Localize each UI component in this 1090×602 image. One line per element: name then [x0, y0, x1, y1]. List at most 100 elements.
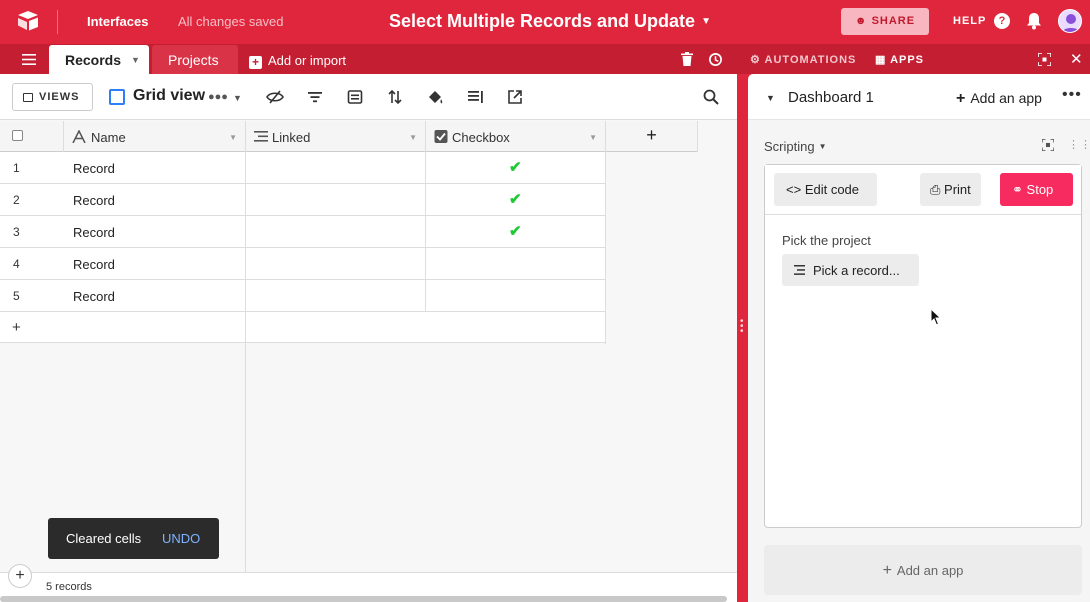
top-bar: Interfaces All changes saved Select Mult… [0, 0, 1090, 44]
add-record-button[interactable]: + [12, 319, 21, 336]
stop-button[interactable]: ⚭ Stop [1000, 173, 1073, 206]
tab-projects[interactable]: Projects [152, 45, 238, 74]
column-header-checkbox[interactable]: Checkbox ▼ [426, 121, 606, 152]
views-button[interactable]: VIEWS [12, 83, 93, 111]
edit-code-button[interactable]: <> Edit code [774, 173, 877, 206]
table-row[interactable]: 4 Record [0, 248, 606, 280]
automations-icon: ⚙ [750, 54, 761, 66]
add-or-import-button[interactable]: + Add or import [249, 53, 346, 69]
filter-icon[interactable] [306, 88, 324, 106]
checkmark-icon[interactable]: ✔ [509, 158, 522, 176]
divider [245, 280, 246, 312]
close-icon[interactable]: ✕ [1070, 50, 1083, 68]
checkmark-icon[interactable]: ✔ [509, 190, 522, 208]
add-field-button[interactable]: + [606, 121, 698, 152]
name-cell[interactable]: Record [73, 289, 115, 304]
chevron-down-icon[interactable]: ▼ [229, 133, 237, 142]
base-title[interactable]: Select Multiple Records and Update ▼ [389, 11, 711, 32]
dashboard-header: ▼ Dashboard 1 + Add an app ••• [748, 74, 1090, 120]
add-app-button[interactable]: + Add an app [956, 90, 1042, 108]
apps-icon: ▦ [875, 54, 887, 66]
name-cell[interactable]: Record [73, 193, 115, 208]
checkmark-icon[interactable]: ✔ [509, 222, 522, 240]
chevron-down-icon[interactable]: ▼ [131, 55, 140, 65]
horizontal-scrollbar[interactable] [0, 596, 727, 602]
more-options-icon[interactable]: ••• [1062, 86, 1082, 104]
table-row[interactable]: 3 Record ✔ [0, 216, 606, 248]
app-toolbar: <> Edit code ⎙ Print ⚭ Stop [765, 165, 1081, 215]
panel-resize-handle[interactable]: • • • [737, 74, 748, 602]
pick-record-button[interactable]: Pick a record... [782, 254, 919, 286]
name-cell[interactable]: Record [73, 225, 115, 240]
divider [245, 216, 246, 248]
menu-icon[interactable] [22, 54, 36, 65]
search-icon[interactable] [703, 89, 719, 105]
apps-tab[interactable]: ▦ APPS [875, 53, 924, 66]
share-view-icon[interactable] [506, 88, 524, 106]
group-icon[interactable] [346, 88, 364, 106]
column-header-linked[interactable]: Linked ▼ [246, 121, 426, 152]
list-icon [794, 265, 805, 275]
trash-icon[interactable] [681, 52, 693, 66]
plus-icon: + [249, 56, 262, 69]
table-row[interactable]: 2 Record ✔ [0, 184, 606, 216]
table-row[interactable]: 1 Record ✔ [0, 152, 606, 184]
chevron-down-icon[interactable]: ▼ [409, 133, 417, 142]
dashboard-title[interactable]: Dashboard 1 [788, 89, 874, 106]
column-checkbox-label: Checkbox [452, 130, 510, 145]
help-icon[interactable]: ? [994, 13, 1010, 29]
divider [605, 248, 606, 280]
table-header: Name ▼ Linked ▼ Checkbox ▼ + [0, 121, 698, 152]
chevron-down-icon[interactable]: ▼ [589, 133, 597, 142]
color-icon[interactable] [426, 88, 444, 106]
toast-message: Cleared cells [66, 531, 142, 546]
airtable-logo-icon[interactable] [16, 10, 40, 32]
automations-tab[interactable]: ⚙ AUTOMATIONS [750, 53, 856, 66]
history-icon[interactable] [708, 52, 723, 67]
checkbox-field-icon [434, 130, 448, 143]
row-number: 4 [13, 257, 20, 271]
name-cell[interactable]: Record [73, 161, 115, 176]
grid-icon [109, 89, 125, 105]
row-number: 1 [13, 161, 20, 175]
add-app-placeholder[interactable]: + Add an app [764, 545, 1082, 595]
printer-icon: ⎙ [930, 182, 941, 197]
add-row[interactable]: + [0, 312, 606, 344]
select-all-checkbox[interactable] [12, 130, 23, 141]
divider [605, 312, 606, 344]
user-avatar[interactable] [1058, 9, 1082, 33]
column-header-name[interactable]: Name ▼ [64, 121, 246, 152]
sort-icon[interactable] [386, 88, 404, 106]
help-link[interactable]: HELP [953, 15, 986, 27]
edit-code-label: Edit code [804, 182, 860, 197]
row-number: 2 [13, 193, 20, 207]
share-button[interactable]: ☻ SHARE [841, 8, 929, 35]
prompt-label: Pick the project [782, 233, 871, 248]
linked-record-icon [254, 131, 268, 142]
chevron-down-icon[interactable]: ▼ [766, 93, 775, 103]
print-button[interactable]: ⎙ Print [920, 173, 981, 206]
divider [425, 152, 426, 184]
divider [425, 248, 426, 280]
divider [245, 312, 246, 344]
fullscreen-app-icon[interactable] [1042, 139, 1054, 151]
tab-records[interactable]: Records ▼ [49, 45, 149, 74]
table-row[interactable]: 5 Record [0, 280, 606, 312]
bell-icon[interactable] [1026, 12, 1042, 30]
stop-label: Stop [1026, 182, 1054, 197]
add-record-footer-button[interactable]: + [8, 564, 32, 588]
plus-icon: + [956, 90, 966, 107]
chevron-down-icon[interactable]: ▼ [233, 93, 242, 103]
view-switcher[interactable]: Grid view [109, 87, 205, 105]
fullscreen-icon[interactable] [1038, 53, 1051, 66]
app-name-menu[interactable]: Scripting ▼ [764, 139, 827, 154]
hide-fields-icon[interactable] [266, 88, 284, 106]
interfaces-link[interactable]: Interfaces [87, 14, 148, 29]
chevron-down-icon: ▼ [701, 16, 711, 27]
name-cell[interactable]: Record [73, 257, 115, 272]
undo-button[interactable]: UNDO [162, 531, 200, 546]
drag-handle-icon[interactable]: ⋮⋮ [1068, 138, 1090, 151]
select-all-cell[interactable] [0, 121, 64, 152]
row-height-icon[interactable] [466, 88, 484, 106]
collaborative-view-icon: ●●● [208, 91, 228, 103]
